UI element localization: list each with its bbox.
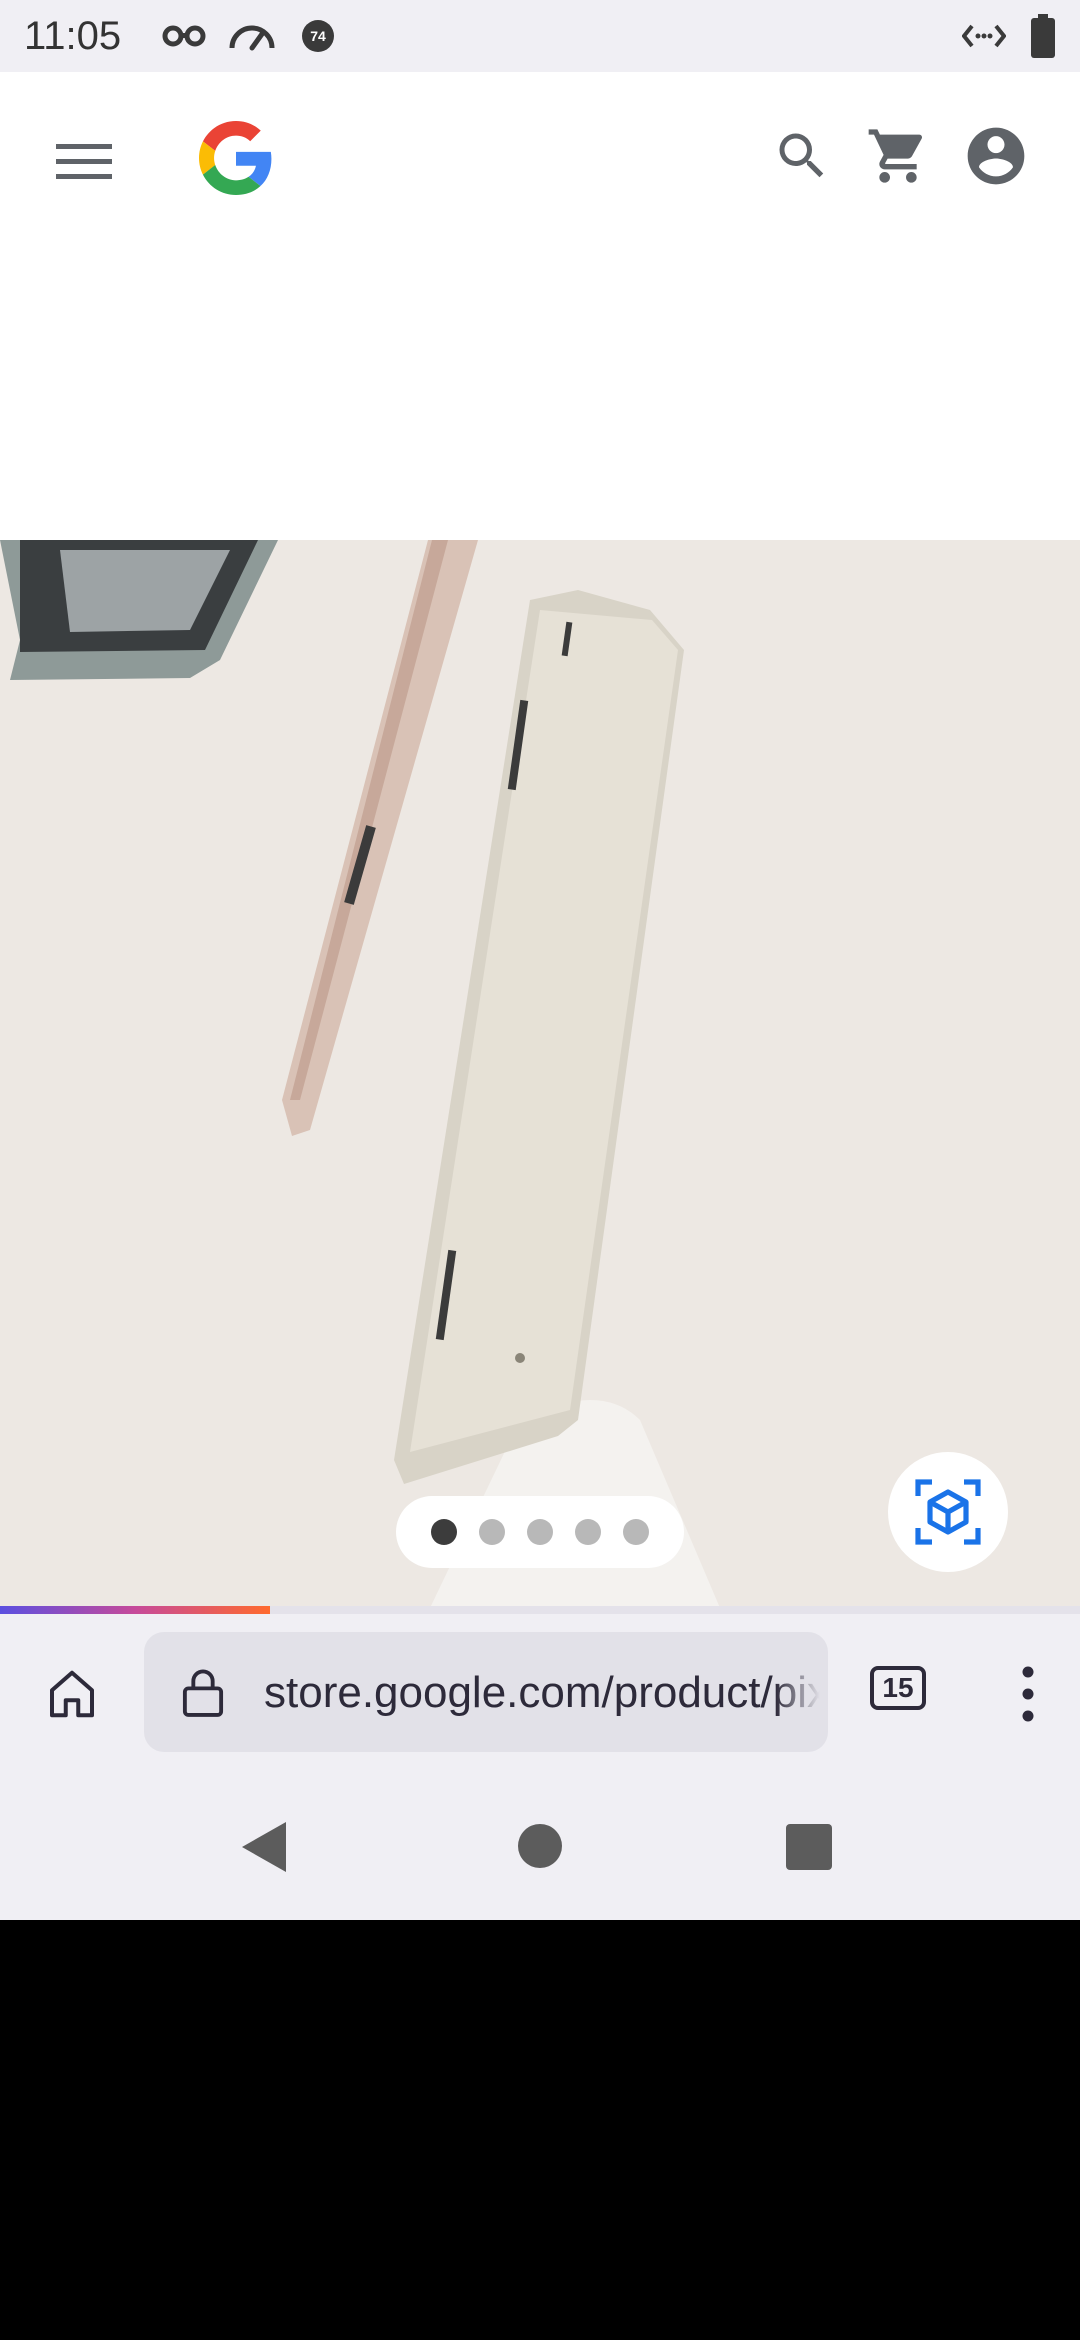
page-load-progress-fill [0,1606,270,1614]
browser-toolbar: store.google.com/product/pixel_tablet 15 [0,1614,1080,1770]
notification-badge-icon: 74 [302,20,334,52]
carousel-dot-1[interactable] [431,1519,457,1545]
3d-cube-icon [915,1479,981,1545]
back-icon[interactable] [242,1822,288,1872]
carousel-dot-5[interactable] [623,1519,649,1545]
product-hero-carousel[interactable] [0,540,1080,1608]
view-in-3d-button[interactable] [888,1452,1008,1572]
search-button[interactable] [766,120,838,192]
account-button[interactable] [958,118,1034,194]
tab-switcher-button[interactable]: 15 [870,1666,926,1710]
incognito-icon [162,25,206,47]
site-header [0,72,1080,242]
url-text: store.google.com/product/pixel_tablet [264,1668,820,1717]
google-logo-link[interactable] [196,118,276,198]
google-logo [199,121,272,195]
lock-icon[interactable] [174,1662,232,1722]
home-icon [50,1670,94,1718]
cart-icon [868,129,923,183]
screen-bottom-area [0,1920,1080,2340]
carousel-dot-3[interactable] [527,1519,553,1545]
more-vert-icon [1022,1666,1034,1722]
web-page [0,72,1080,1608]
carousel-pagination [396,1496,684,1568]
product-image [0,540,720,1608]
hamburger-menu-button[interactable] [44,122,124,202]
home-nav-icon[interactable] [518,1824,562,1868]
data-arrows-icon [962,24,1006,48]
speedometer-icon [229,25,275,51]
carousel-dot-4[interactable] [575,1519,601,1545]
home-button[interactable] [36,1658,108,1730]
page-load-progress [0,1606,1080,1614]
overflow-menu-button[interactable] [1004,1658,1052,1730]
recents-icon[interactable] [786,1824,832,1870]
hamburger-menu-icon [56,144,112,179]
system-nav-bar [0,1770,1080,1920]
carousel-dot-2[interactable] [479,1519,505,1545]
battery-icon [1031,14,1055,58]
cart-button[interactable] [862,120,934,192]
account-icon [967,127,1025,185]
url-bar[interactable]: store.google.com/product/pixel_tablet [144,1632,828,1752]
search-icon [779,133,824,178]
status-bar: 11:05 74 [0,0,1080,72]
badge-number: 74 [310,28,326,44]
status-time: 11:05 [24,14,122,58]
